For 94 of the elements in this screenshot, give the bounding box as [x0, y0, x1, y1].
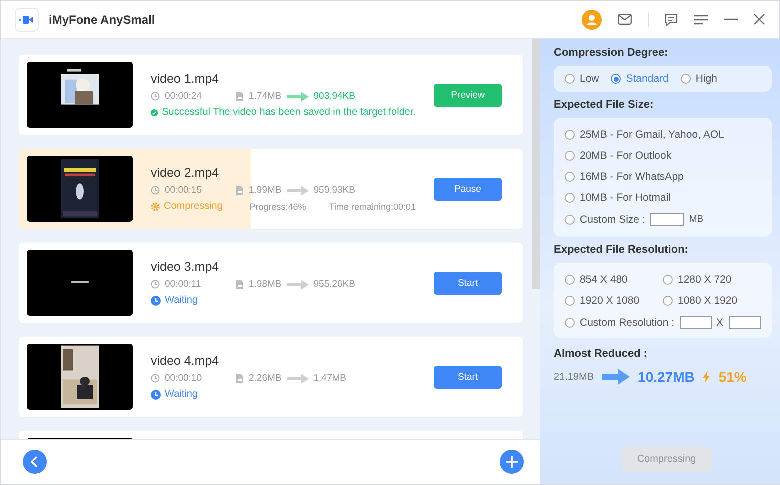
- add-button[interactable]: [500, 450, 524, 474]
- clock-icon: [151, 374, 160, 383]
- option-label: 854 X 480: [580, 274, 628, 286]
- height-field[interactable]: [728, 316, 761, 329]
- plus-icon: [506, 456, 518, 468]
- user-icon[interactable]: [582, 10, 602, 30]
- option-label: Custom Size :: [580, 214, 646, 226]
- scrollbar[interactable]: [532, 39, 540, 289]
- file-icon: [236, 374, 244, 384]
- radio-button[interactable]: [565, 214, 575, 224]
- chevron-icon: [30, 456, 40, 468]
- arrow-icon: [286, 280, 309, 290]
- clock-icon: [151, 296, 161, 306]
- check-icon: [151, 108, 158, 118]
- app-logo: [15, 8, 39, 32]
- status-text: Waiting: [165, 295, 198, 306]
- compressed-size: 959.93KB: [314, 185, 356, 196]
- radio-button[interactable]: [663, 275, 673, 285]
- file-name: video 1.mp4: [151, 72, 220, 86]
- window-title: iMyFone AnySmall: [49, 12, 156, 26]
- duration: 00:00:10: [165, 373, 203, 384]
- file-icon: [236, 280, 244, 290]
- option-label: High: [696, 73, 718, 85]
- option-label: Standard: [626, 73, 669, 85]
- arrow-icon: [286, 186, 309, 196]
- original-size: 1.74MB: [249, 91, 282, 102]
- status-text: Successful The video has been saved in the target folder.: [162, 107, 416, 118]
- option-label: Low: [580, 73, 600, 85]
- option-label: 16MB - For WhatsApp: [580, 171, 684, 183]
- start-button[interactable]: Start: [434, 366, 502, 388]
- clock-icon: [151, 92, 160, 101]
- radio-button[interactable]: [565, 130, 575, 140]
- file-name: video 4.mp4: [151, 354, 220, 368]
- original-size: 2.26MB: [249, 373, 282, 384]
- gear-icon: [151, 202, 160, 212]
- pause-button[interactable]: Pause: [434, 178, 502, 200]
- option-label: 1920 X 1080: [580, 295, 640, 307]
- radio-button[interactable]: [565, 151, 575, 161]
- size-field[interactable]: [650, 213, 684, 226]
- reduced-total: 10.27MB: [638, 369, 695, 385]
- option-label: 25MB - For Gmail, Yahoo, AOL: [580, 129, 724, 141]
- clock-icon: [151, 280, 160, 289]
- arrow-icon: [602, 369, 630, 385]
- lightning-icon: [702, 371, 711, 383]
- radio-button[interactable]: [565, 172, 575, 182]
- original-size: 1.98MB: [249, 279, 282, 290]
- duration: 00:00:11: [165, 279, 202, 290]
- width-field[interactable]: [680, 316, 712, 329]
- preview-button[interactable]: Preview: [434, 84, 502, 106]
- file-name: video 2.mp4: [151, 166, 220, 180]
- arrow-icon: [286, 92, 309, 102]
- compressed-size: 955.26KB: [314, 279, 356, 290]
- option-label: Custom Resolution :: [580, 316, 675, 328]
- original-total: 21.19MB: [554, 372, 594, 382]
- progress-text: Progress:46%: [250, 202, 308, 212]
- clock-icon: [151, 390, 161, 400]
- option-label: 10MB - For Hotmail: [580, 192, 672, 204]
- option-label: 20MB - For Outlook: [580, 150, 672, 162]
- file-name: video 3.mp4: [151, 260, 220, 274]
- arrow-icon: [286, 374, 309, 384]
- radio-button[interactable]: [565, 296, 575, 306]
- chat-icon[interactable]: [665, 14, 678, 26]
- mail-icon[interactable]: [618, 14, 632, 25]
- radio-button[interactable]: [611, 74, 622, 84]
- radio-button[interactable]: [565, 74, 575, 84]
- time-remaining: Time remaining:00:01: [329, 202, 416, 212]
- section-title: Compression Degree:: [554, 47, 670, 59]
- option-label: 1280 X 720: [678, 274, 732, 286]
- status-text: Waiting: [165, 389, 198, 400]
- radio-button[interactable]: [663, 296, 673, 306]
- radio-button[interactable]: [565, 193, 575, 203]
- radio-button[interactable]: [680, 74, 691, 84]
- duration: 00:00:15: [165, 185, 203, 196]
- minimize-icon[interactable]: [724, 18, 738, 21]
- start-button[interactable]: Start: [434, 272, 502, 294]
- section-title: Expected File Resolution:: [554, 244, 690, 256]
- original-size: 1.99MB: [249, 185, 282, 196]
- option-label: 1080 X 1920: [678, 295, 738, 307]
- clock-icon: [151, 186, 160, 195]
- radio-button[interactable]: [565, 275, 575, 285]
- section-title: Expected File Size:: [554, 99, 655, 111]
- status-text: Compressing: [164, 201, 224, 212]
- back-button[interactable]: [23, 450, 47, 474]
- reduction-percent: 51%: [718, 369, 747, 385]
- file-icon: [236, 92, 244, 102]
- section-title: Almost Reduced :: [554, 348, 649, 360]
- compressed-size: 1.47MB: [314, 373, 346, 384]
- menu-icon[interactable]: [694, 14, 708, 24]
- separator-label: X: [716, 316, 724, 328]
- unit-label: MB: [689, 214, 704, 225]
- close-icon[interactable]: [754, 14, 765, 25]
- compressed-size: 903.94KB: [314, 91, 356, 102]
- duration: 00:00:24: [165, 91, 203, 102]
- radio-button[interactable]: [565, 318, 575, 328]
